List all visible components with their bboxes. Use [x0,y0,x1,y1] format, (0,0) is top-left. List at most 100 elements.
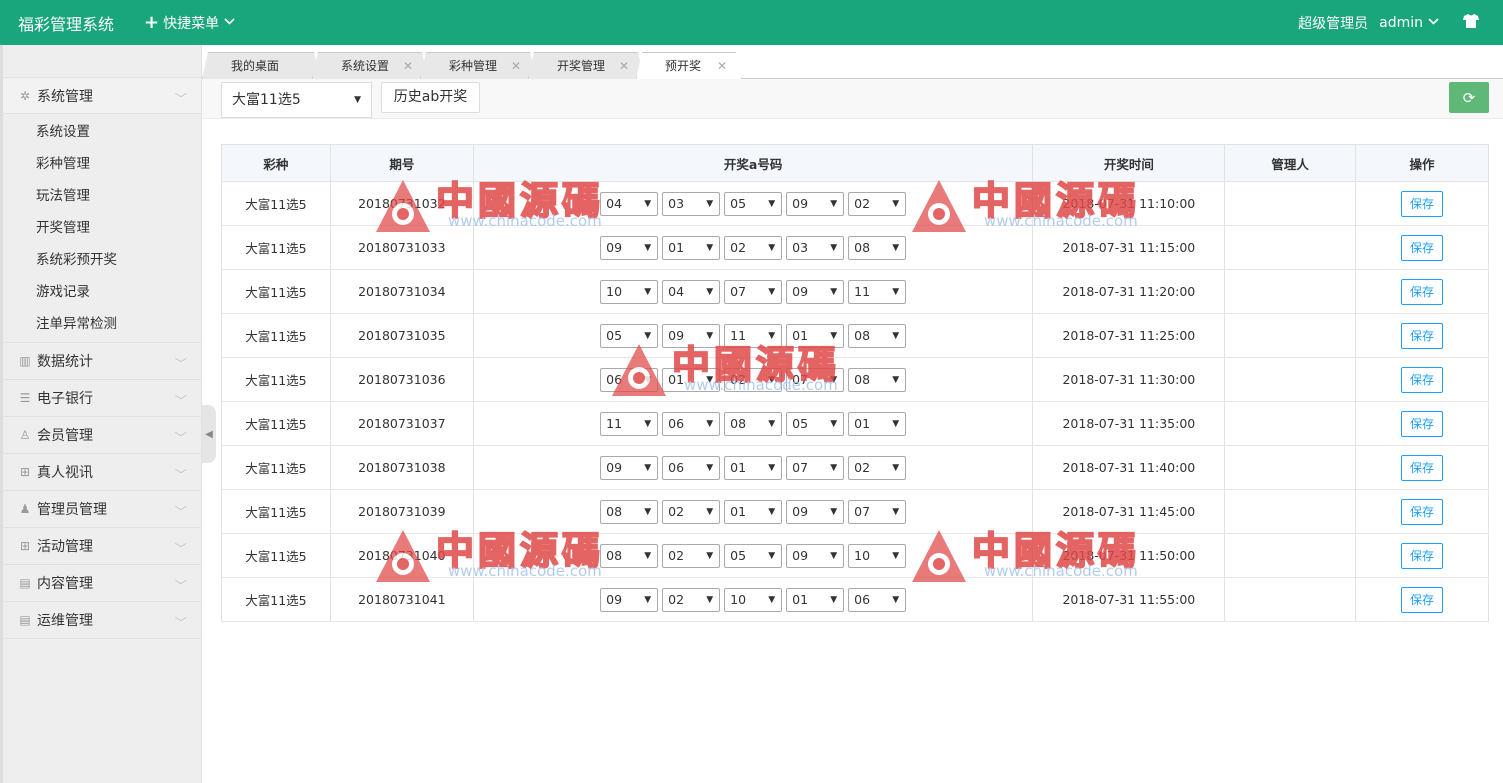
table-row: 大富11选5 20180731032 04 ▼ 03 ▼ 05 ▼ 09 ▼ 02 ▼ 2018-07-… [221,181,1489,226]
save-button[interactable]: 保存 [1401,366,1444,393]
quick-menu-button[interactable]: + 快捷菜单 [144,12,235,33]
caret-down-icon: ▼ [830,506,838,517]
close-icon[interactable]: ✕ [403,53,413,79]
caret-down-icon: ▼ [830,198,838,209]
number-select[interactable]: 09 ▼ [786,543,845,568]
number-select[interactable]: 08 ▼ [848,367,907,392]
save-button[interactable]: 保存 [1401,234,1444,261]
sidebar-item-pre-draw[interactable]: 系统彩预开奖 [3,244,201,276]
number-select[interactable]: 09 ▼ [786,499,845,524]
tab-lottery-management[interactable]: 彩种管理 ✕ [420,52,536,79]
number-select[interactable]: 01 ▼ [786,323,845,348]
number-select[interactable]: 10 ▼ [724,587,783,612]
number-select[interactable]: 06 ▼ [662,411,721,436]
number-select[interactable]: 10 ▼ [848,543,907,568]
number-select[interactable]: 01 ▼ [786,587,845,612]
close-icon[interactable]: ✕ [511,53,521,79]
close-icon[interactable]: ✕ [619,53,629,79]
number-select[interactable]: 08 ▼ [600,543,659,568]
save-button[interactable]: 保存 [1401,190,1444,217]
number-select[interactable]: 01 ▼ [662,235,721,260]
tab-draw-management[interactable]: 开奖管理 ✕ [528,52,644,79]
number-select[interactable]: 11 ▼ [848,279,907,304]
sidebar-group-ops[interactable]: ▤ 运维管理 ⌵ [3,602,201,639]
number-select[interactable]: 07 ▼ [724,279,783,304]
tab-pre-draw[interactable]: 预开奖 ✕ [636,52,742,80]
number-select[interactable]: 06 ▼ [662,455,721,480]
number-select[interactable]: 09 ▼ [600,235,659,260]
sidebar-group-ebank[interactable]: ☰ 电子银行 ⌵ [3,380,201,417]
sidebar-group-activities[interactable]: ⊞ 活动管理 ⌵ [3,528,201,565]
sidebar-collapse-button[interactable]: ◀ [202,405,216,463]
sidebar-group-content[interactable]: ▤ 内容管理 ⌵ [3,565,201,602]
number-select[interactable]: 03 ▼ [786,235,845,260]
number-select[interactable]: 08 ▼ [848,235,907,260]
cell-numbers: 10 ▼ 04 ▼ 07 ▼ 09 ▼ 11 ▼ [472,269,1033,314]
number-select[interactable]: 01 ▼ [848,411,907,436]
number-select[interactable]: 01 ▼ [724,455,783,480]
save-button[interactable]: 保存 [1401,498,1444,525]
save-button[interactable]: 保存 [1401,454,1444,481]
sidebar-item-lottery-management[interactable]: 彩种管理 [3,148,201,180]
lottery-select[interactable]: 大富11选5 ▼ [221,82,372,118]
number-select[interactable]: 02 ▼ [662,587,721,612]
number-select[interactable]: 08 ▼ [848,323,907,348]
close-icon[interactable]: ✕ [717,53,727,79]
sidebar-group-system[interactable]: ✲ 系统管理 ⌵ [3,77,201,114]
save-button[interactable]: 保存 [1401,542,1444,569]
skin-shirt-icon[interactable] [1439,13,1503,32]
number-select[interactable]: 11 ▼ [600,411,659,436]
tab-desktop[interactable]: 我的桌面 [202,52,320,79]
number-select[interactable]: 07 ▼ [786,455,845,480]
number-select[interactable]: 06 ▼ [600,367,659,392]
number-select[interactable]: 09 ▼ [600,455,659,480]
cell-numbers: 08 ▼ 02 ▼ 01 ▼ 09 ▼ 07 ▼ [472,489,1033,534]
sidebar-group-live-video[interactable]: ⊞ 真人视讯 ⌵ [3,454,201,491]
number-select[interactable]: 07 ▼ [848,499,907,524]
number-select[interactable]: 02 ▼ [724,367,783,392]
number-select[interactable]: 07 ▼ [786,367,845,392]
number-select[interactable]: 05 ▼ [724,543,783,568]
number-select[interactable]: 02 ▼ [662,499,721,524]
number-select[interactable]: 09 ▼ [786,279,845,304]
number-select[interactable]: 09 ▼ [662,323,721,348]
number-select[interactable]: 04 ▼ [662,279,721,304]
number-select[interactable]: 02 ▼ [724,235,783,260]
number-select[interactable]: 02 ▼ [848,455,907,480]
number-select[interactable]: 08 ▼ [724,411,783,436]
sidebar-item-bet-anomaly[interactable]: 注单异常检测 [3,308,201,340]
cell-numbers: 04 ▼ 03 ▼ 05 ▼ 09 ▼ 02 ▼ [472,181,1033,226]
number-select[interactable]: 04 ▼ [600,191,659,216]
number-select[interactable]: 03 ▼ [662,191,721,216]
save-button[interactable]: 保存 [1401,322,1444,349]
number-select[interactable]: 01 ▼ [662,367,721,392]
save-button[interactable]: 保存 [1401,586,1444,613]
number-select[interactable]: 11 ▼ [724,323,783,348]
number-select[interactable]: 09 ▼ [786,191,845,216]
number-select[interactable]: 09 ▼ [600,587,659,612]
number-select[interactable]: 05 ▼ [724,191,783,216]
caret-down-icon: ▼ [768,242,776,253]
number-select[interactable]: 08 ▼ [600,499,659,524]
sidebar-group-statistics[interactable]: ▥ 数据统计 ⌵ [3,343,201,380]
sidebar-item-play-management[interactable]: 玩法管理 [3,180,201,212]
save-button[interactable]: 保存 [1401,410,1444,437]
sidebar-item-game-records[interactable]: 游戏记录 [3,276,201,308]
sidebar-group-admins[interactable]: ♟ 管理员管理 ⌵ [3,491,201,528]
tab-system-settings[interactable]: 系统设置 ✕ [312,52,428,79]
number-select[interactable]: 10 ▼ [600,279,659,304]
number-select[interactable]: 02 ▼ [848,191,907,216]
number-select[interactable]: 05 ▼ [786,411,845,436]
history-ab-draw-button[interactable]: 历史ab开奖 [381,82,480,113]
refresh-button[interactable]: ⟳ [1449,82,1489,113]
number-select[interactable]: 06 ▼ [848,587,907,612]
sidebar-item-system-settings[interactable]: 系统设置 [3,116,201,148]
number-select[interactable]: 05 ▼ [600,323,659,348]
save-button[interactable]: 保存 [1401,278,1444,305]
number-select[interactable]: 02 ▼ [662,543,721,568]
sidebar-group-members[interactable]: ♙ 会员管理 ⌵ [3,417,201,454]
user-menu[interactable]: admin [1379,15,1439,31]
user-icon: ♟ [19,502,31,516]
sidebar-item-draw-management[interactable]: 开奖管理 [3,212,201,244]
number-select[interactable]: 01 ▼ [724,499,783,524]
